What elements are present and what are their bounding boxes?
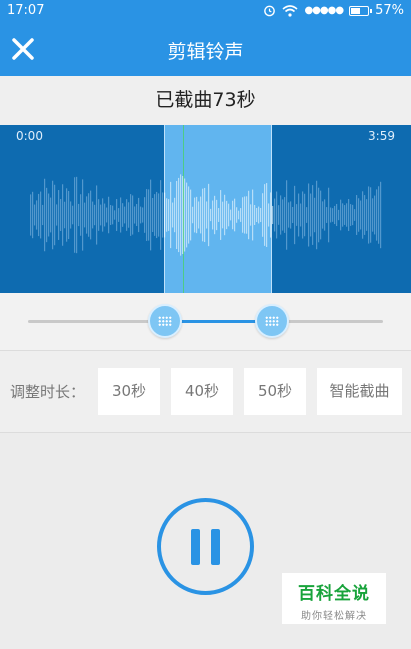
app-bar: 剪辑铃声 [0,24,411,76]
slider-start-handle[interactable] [148,304,182,338]
smart-clip-button[interactable]: 智能截曲 [317,368,402,415]
pause-icon [211,529,220,565]
watermark-title: 百科全说 [298,584,370,604]
pause-button[interactable] [157,498,254,595]
watermark-subtitle: 助你轻松解决 [301,611,367,622]
clip-length-label: 已截曲73秒 [0,76,411,125]
wifi-icon [282,4,298,17]
alarm-icon [264,5,276,17]
page-title: 剪辑铃声 [167,41,244,63]
duration-label: 调整时长： [10,383,86,401]
duration-40s-button[interactable]: 40秒 [171,368,233,415]
range-slider[interactable] [0,293,411,350]
status-bar: 17:07 ●●●●● 57% [0,0,411,24]
signal-icon: ●●●●● [304,5,344,16]
waveform-bars [30,174,382,256]
status-indicators: ●●●●● 57% [263,3,404,18]
status-time: 17:07 [7,3,45,18]
divider [0,432,411,433]
duration-30s-button[interactable]: 30秒 [98,368,160,415]
start-time: 0:00 [16,129,43,143]
duration-row: 调整时长： 30秒 40秒 50秒 智能截曲 [0,351,411,432]
battery-icon [349,5,373,16]
pause-icon [191,529,200,565]
slider-end-handle[interactable] [255,304,289,338]
end-time: 3:59 [368,129,395,143]
watermark-logo: 百科全说 助你轻松解决 [282,573,386,624]
waveform-panel[interactable]: 0:00 3:59 [0,125,411,293]
duration-50s-button[interactable]: 50秒 [244,368,306,415]
battery-percent: 57% [375,3,404,18]
